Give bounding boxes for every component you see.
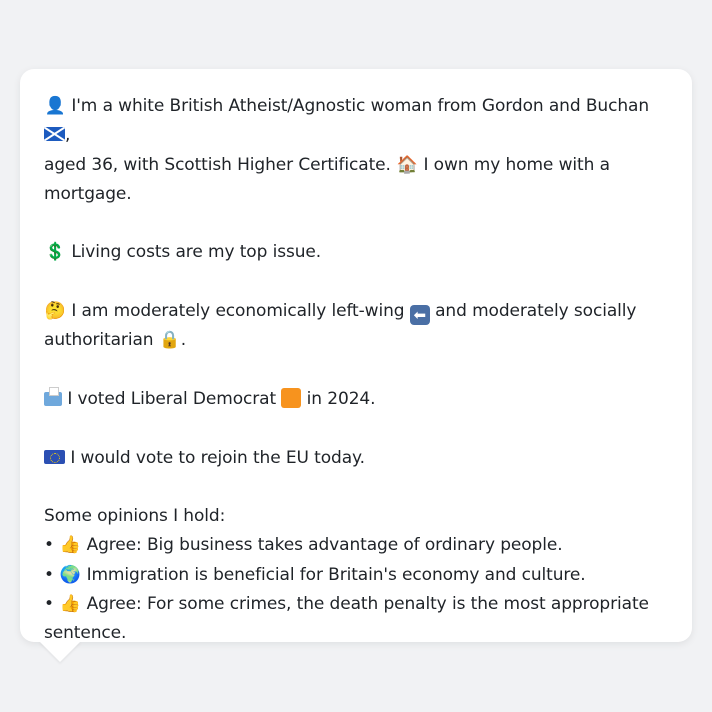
dollar-icon: 💲 <box>44 242 66 263</box>
opinion-item: • 👍 Agree: Big business takes advantage … <box>44 531 674 560</box>
left-arrow-icon: ⬅ <box>409 305 430 326</box>
orange-square-icon <box>281 387 302 408</box>
ballot-box-icon <box>44 386 62 406</box>
housing-text-cont: mortgage. <box>44 183 132 204</box>
globe-icon: 🌍 <box>59 564 81 585</box>
opinions-heading: Some opinions I hold: <box>44 506 226 527</box>
thumbs-up-icon: 👍 <box>59 535 81 556</box>
opinion-item-cont: sentence. <box>44 623 127 644</box>
eu-text: I would vote to rejoin the EU today. <box>70 447 365 468</box>
social-text-cont: authoritarian <box>44 330 154 351</box>
opinion-item: • 🌍 Immigration is beneficial for Britai… <box>44 561 674 590</box>
opinion-item: • 👍 Agree: For some crimes, the death pe… <box>44 590 674 619</box>
political-compass-paragraph: 🤔 I am moderately economically left-wing… <box>44 297 674 356</box>
eu-paragraph: I would vote to rejoin the EU today. <box>44 444 674 473</box>
profile-text: 👤 I'm a white British Atheist/Agnostic w… <box>44 92 674 649</box>
top-issue-text: Living costs are my top issue. <box>71 242 322 263</box>
economic-text: I am moderately economically left-wing <box>71 301 405 322</box>
eu-flag-icon <box>44 449 65 464</box>
house-icon: 🏠 <box>396 154 418 175</box>
vote-text: I voted Liberal Democrat <box>67 388 277 409</box>
person-icon: 👤 <box>44 96 66 116</box>
thumbs-up-icon: 👍 <box>59 594 81 615</box>
age-education-text: aged 36, with Scottish Higher Certificat… <box>44 154 391 175</box>
identity-text: I'm a white British Atheist/Agnostic wom… <box>71 96 650 116</box>
thinking-face-icon: 🤔 <box>44 301 66 322</box>
identity-paragraph: 👤 I'm a white British Atheist/Agnostic w… <box>44 92 674 209</box>
scotland-flag-icon <box>44 127 65 142</box>
issue-paragraph: 💲 Living costs are my top issue. <box>44 238 674 267</box>
vote-paragraph: I voted Liberal Democrat in 2024. <box>44 385 674 414</box>
social-text: and moderately socially <box>435 301 637 322</box>
housing-text: I own my home with a <box>423 154 610 175</box>
lock-icon: 🔒 <box>159 330 181 351</box>
opinions-section: Some opinions I hold: • 👍 Agree: Big bus… <box>44 502 674 648</box>
vote-year-text: in 2024. <box>306 388 376 409</box>
